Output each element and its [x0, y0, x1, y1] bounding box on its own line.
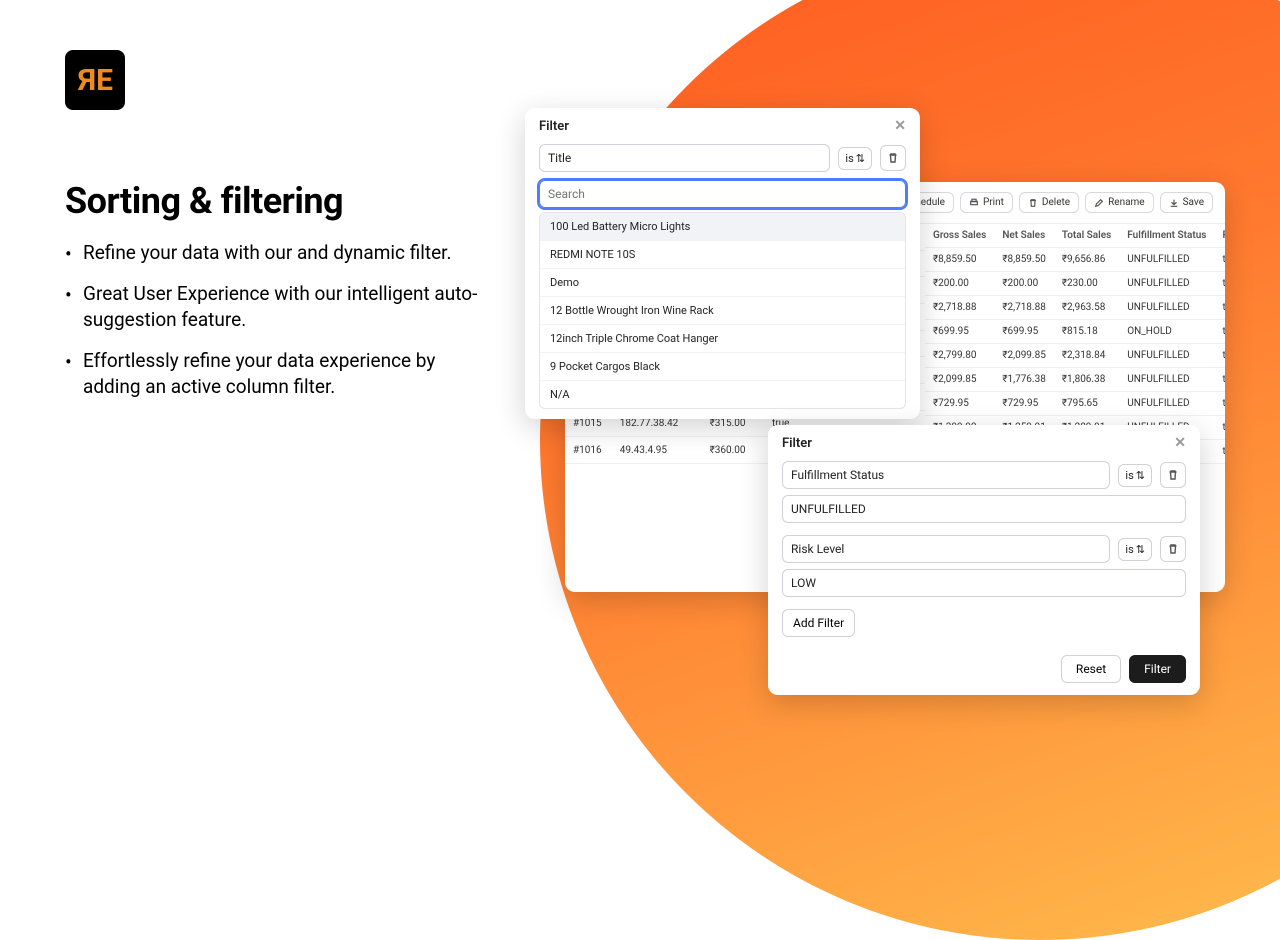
table-row[interactable]: ₹2,099.85₹1,776.38₹1,806.38UNFULFILLEDtr… — [925, 368, 1225, 392]
filter-autocomplete-list: 100 Led Battery Micro LightsREDMI NOTE 1… — [539, 212, 906, 409]
rename-button[interactable]: Rename — [1085, 192, 1154, 213]
filter-operator[interactable]: is⇅ — [838, 147, 872, 170]
filter-option[interactable]: 12inch Triple Chrome Coat Hanger — [540, 325, 905, 353]
table-row[interactable]: ₹8,859.50₹8,859.50₹9,656.86UNFULFILLEDtr… — [925, 248, 1225, 272]
col-net[interactable]: Net Sales — [994, 224, 1054, 248]
remove-filter-button[interactable] — [880, 145, 906, 171]
app-logo: RE — [65, 50, 125, 110]
filter-value-input[interactable]: UNFULFILLED — [782, 495, 1186, 523]
col-refund[interactable]: Refundal — [1214, 224, 1225, 248]
close-icon[interactable]: ✕ — [894, 118, 906, 134]
table-row[interactable]: ₹729.95₹729.95₹795.65UNFULFILLEDtrue — [925, 392, 1225, 416]
trash-icon — [887, 152, 899, 164]
filter-option[interactable]: N/A — [540, 381, 905, 408]
table-row[interactable]: ₹2,799.80₹2,099.85₹2,318.84UNFULFILLEDtr… — [925, 344, 1225, 368]
col-total[interactable]: Total Sales — [1054, 224, 1119, 248]
print-button[interactable]: Print — [960, 192, 1013, 213]
chevron-updown-icon: ⇅ — [1136, 469, 1145, 482]
filter-value-input[interactable]: LOW — [782, 569, 1186, 597]
filter-popover-multi: Filter ✕ Fulfillment Status is⇅ UNFULFIL… — [768, 425, 1200, 695]
filter-option[interactable]: 100 Led Battery Micro Lights — [540, 213, 905, 241]
save-icon — [1169, 198, 1179, 208]
filter-field-select[interactable]: Fulfillment Status — [782, 461, 1110, 489]
pencil-icon — [1094, 198, 1104, 208]
trash-icon — [1167, 469, 1179, 481]
filter-group: Fulfillment Status is⇅ UNFULFILLED — [782, 461, 1186, 523]
filter-option[interactable]: Demo — [540, 269, 905, 297]
filter-popover-title: Filter ✕ Title is⇅ 100 Led Battery Micro… — [525, 108, 920, 419]
filter-heading: Filter — [539, 119, 569, 134]
marketing-column: RE Sorting & filtering Refine your data … — [65, 50, 485, 415]
trash-icon — [1167, 543, 1179, 555]
filter-field-select[interactable]: Risk Level — [782, 535, 1110, 563]
filter-search-input[interactable] — [539, 180, 906, 208]
operator-label: is — [1125, 543, 1133, 556]
feature-list: Refine your data with our and dynamic fi… — [65, 240, 485, 401]
save-button[interactable]: Save — [1160, 192, 1213, 213]
button-label: Delete — [1042, 197, 1070, 208]
chevron-updown-icon: ⇅ — [1136, 543, 1145, 556]
table-row[interactable]: ₹699.95₹699.95₹815.18ON_HOLDtrue — [925, 320, 1225, 344]
filter-field-select[interactable]: Title — [539, 144, 830, 172]
delete-button[interactable]: Delete — [1019, 192, 1079, 213]
button-label: Save — [1183, 197, 1204, 208]
filter-group: Risk Level is⇅ LOW — [782, 535, 1186, 597]
page-title: Sorting & filtering — [65, 180, 485, 222]
filter-operator[interactable]: is⇅ — [1118, 538, 1152, 561]
feature-item: Great User Experience with our intellige… — [65, 281, 485, 334]
feature-item: Effortlessly refine your data experience… — [65, 348, 485, 401]
filter-option[interactable]: REDMI NOTE 10S — [540, 241, 905, 269]
filter-option[interactable]: 9 Pocket Cargos Black — [540, 353, 905, 381]
trash-icon — [1028, 198, 1038, 208]
table-row[interactable]: ₹2,718.88₹2,718.88₹2,963.58UNFULFILLEDtr… — [925, 296, 1225, 320]
operator-label: is — [1125, 469, 1133, 482]
print-icon — [969, 198, 979, 208]
col-gross[interactable]: Gross Sales — [925, 224, 994, 248]
table-row[interactable]: ₹200.00₹200.00₹230.00UNFULFILLEDtrue — [925, 272, 1225, 296]
operator-label: is — [845, 152, 853, 165]
col-fulfillment[interactable]: Fulfillment Status — [1119, 224, 1214, 248]
chevron-updown-icon: ⇅ — [856, 152, 865, 165]
button-label: Rename — [1108, 197, 1145, 208]
add-filter-button[interactable]: Add Filter — [782, 609, 855, 637]
filter-heading: Filter — [782, 436, 812, 451]
feature-item: Refine your data with our and dynamic fi… — [65, 240, 485, 267]
remove-filter-button[interactable] — [1160, 536, 1186, 562]
apply-filter-button[interactable]: Filter — [1129, 655, 1186, 683]
button-label: Print — [983, 197, 1004, 208]
reset-button[interactable]: Reset — [1061, 655, 1121, 683]
remove-filter-button[interactable] — [1160, 462, 1186, 488]
close-icon[interactable]: ✕ — [1174, 435, 1186, 451]
filter-option[interactable]: 12 Bottle Wrought Iron Wine Rack — [540, 297, 905, 325]
filter-operator[interactable]: is⇅ — [1118, 464, 1152, 487]
